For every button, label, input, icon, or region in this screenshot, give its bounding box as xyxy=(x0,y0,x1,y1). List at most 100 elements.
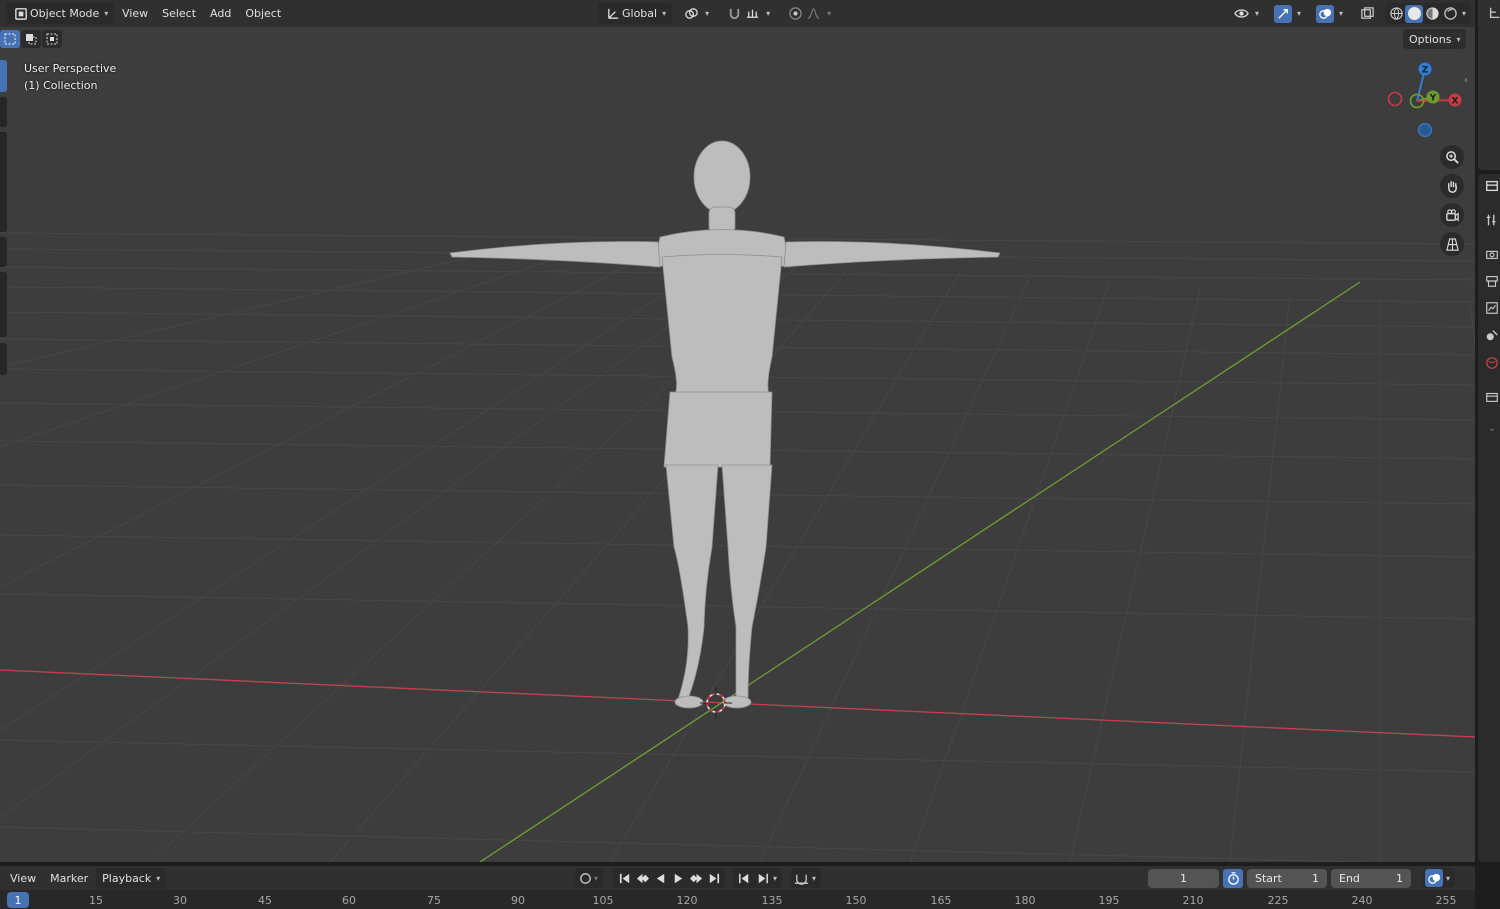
chevron-down-icon: ▾ xyxy=(662,9,667,18)
ruler-tick: 105 xyxy=(592,894,614,907)
sidebar-expand-icon[interactable]: ‹ xyxy=(1464,75,1468,86)
xray-toggle[interactable] xyxy=(1352,3,1382,24)
pivot-point-dropdown[interactable]: ▾ xyxy=(676,3,715,24)
chevron-down-icon: ▾ xyxy=(766,9,771,18)
view-layer-properties-icon[interactable] xyxy=(1484,300,1500,316)
gizmo-neg-x[interactable] xyxy=(1387,91,1403,107)
outliner-icon[interactable] xyxy=(1487,5,1500,21)
render-properties-icon[interactable] xyxy=(1484,246,1500,262)
gizmo-neg-z[interactable] xyxy=(1417,122,1433,138)
properties-editor-icon[interactable] xyxy=(1484,178,1500,194)
collection-properties-icon[interactable] xyxy=(1484,389,1500,405)
current-frame-value: 1 xyxy=(1180,871,1187,885)
viewport-info: User Perspective (1) Collection xyxy=(24,60,116,94)
playback-controls: ▾ ▾ ▾ xyxy=(574,868,822,888)
record-icon[interactable] xyxy=(576,868,594,888)
tool-strip-cursor[interactable] xyxy=(0,97,7,127)
menu-add[interactable]: Add xyxy=(204,3,237,24)
play-reverse-icon[interactable] xyxy=(651,868,669,888)
transform-tools: Global ▾ ▾ ▾ ▾ xyxy=(598,3,837,24)
magnet-icon xyxy=(725,5,743,23)
timeline-menu-playback[interactable]: Playback ▾ xyxy=(96,868,167,889)
chevron-down-icon[interactable]: ▾ xyxy=(812,874,816,883)
timeline-overlays-icon[interactable] xyxy=(1425,869,1443,887)
menu-view[interactable]: View xyxy=(116,3,154,24)
tool-strip-transform[interactable] xyxy=(0,132,7,232)
transform-orientation-label: Global xyxy=(622,7,658,20)
prev-keyframe-icon[interactable] xyxy=(735,868,753,888)
play-icon[interactable] xyxy=(669,868,687,888)
3d-viewport[interactable]: Options ▾ User Perspective (1) Collectio… xyxy=(0,27,1475,862)
transport-group xyxy=(613,868,726,888)
playback-label: Playback xyxy=(102,872,152,885)
options-label: Options xyxy=(1409,32,1452,46)
ruler-tick: 90 xyxy=(511,894,525,907)
select-subtract-icon[interactable] xyxy=(42,30,62,48)
navigation-gizmo[interactable]: Y X Z xyxy=(1383,59,1469,141)
timeline-ruler[interactable]: 1 15 30 45 60 75 90 105 120 135 150 165 … xyxy=(0,890,1475,909)
gizmo-arrows-icon xyxy=(1274,4,1293,23)
snap-toggle[interactable]: ▾ xyxy=(719,3,776,24)
collection-label: (1) Collection xyxy=(24,79,98,92)
camera-view-icon[interactable] xyxy=(1440,203,1464,227)
jump-to-start-icon[interactable] xyxy=(615,868,633,888)
menu-select[interactable]: Select xyxy=(156,3,202,24)
overlays-toggle[interactable]: ▾ xyxy=(1310,3,1349,24)
scene-properties-icon[interactable] xyxy=(1484,327,1500,343)
visibility-dropdown[interactable]: ▾ xyxy=(1226,3,1265,24)
tool-strip-select[interactable] xyxy=(0,60,7,92)
perspective-toggle-icon[interactable] xyxy=(1440,232,1464,256)
object-mode-icon xyxy=(12,5,30,23)
solid-shading-icon[interactable] xyxy=(1405,4,1424,23)
perspective-label: User Perspective xyxy=(24,62,117,75)
jump-to-end-icon[interactable] xyxy=(705,868,723,888)
end-label: End xyxy=(1339,871,1360,885)
jump-to-keyframe-next-icon[interactable] xyxy=(687,868,705,888)
chevron-down-icon[interactable]: ▾ xyxy=(1446,874,1450,883)
chevron-down-icon: ▾ xyxy=(1297,9,1302,18)
wireframe-shading-icon[interactable] xyxy=(1387,5,1405,23)
ruler-tick: 240 xyxy=(1351,894,1373,907)
chevron-down-icon[interactable]: ▾ xyxy=(1462,9,1466,18)
keying-snap-icon[interactable] xyxy=(792,868,810,888)
select-extend-icon[interactable] xyxy=(21,30,41,48)
selection-mode-toolbar xyxy=(0,30,62,48)
timeline-menu-view[interactable]: View xyxy=(4,868,42,889)
select-new-icon[interactable] xyxy=(0,30,20,48)
menu-object[interactable]: Object xyxy=(239,3,287,24)
ruler-tick: 30 xyxy=(173,894,187,907)
ruler-tick: 255 xyxy=(1435,894,1457,907)
chevron-down-icon[interactable]: ▾ xyxy=(773,874,777,883)
zoom-icon[interactable] xyxy=(1440,145,1464,169)
auto-keying-group: ▾ xyxy=(574,868,604,888)
chevron-down-icon: ▾ xyxy=(705,9,710,18)
end-frame-field[interactable]: End 1 xyxy=(1331,868,1411,888)
tool-strip-annotate[interactable] xyxy=(0,237,7,267)
pan-hand-icon[interactable] xyxy=(1440,174,1464,198)
output-properties-icon[interactable] xyxy=(1484,273,1500,289)
proportional-editing-toggle[interactable]: ▾ xyxy=(780,3,837,24)
next-keyframe-icon[interactable] xyxy=(753,868,771,888)
jump-to-keyframe-prev-icon[interactable] xyxy=(633,868,651,888)
chevron-down-icon[interactable]: ⌄ xyxy=(1484,420,1500,436)
chevron-down-icon: ▾ xyxy=(1339,9,1344,18)
tool-strip-add[interactable] xyxy=(0,343,7,375)
options-dropdown[interactable]: Options ▾ xyxy=(1403,29,1467,49)
tool-settings-icon[interactable] xyxy=(1484,212,1500,228)
transform-orientation-dropdown[interactable]: Global ▾ xyxy=(598,3,673,24)
chevron-down-icon[interactable]: ▾ xyxy=(594,874,598,883)
timeline-menu-marker[interactable]: Marker xyxy=(44,868,94,889)
stopwatch-icon[interactable] xyxy=(1223,868,1243,888)
human-model[interactable] xyxy=(449,140,1001,709)
ruler-tick: 180 xyxy=(1014,894,1036,907)
start-frame-field[interactable]: Start 1 xyxy=(1247,868,1327,888)
world-properties-icon[interactable] xyxy=(1484,355,1500,371)
tool-strip-measure[interactable] xyxy=(0,272,7,337)
current-frame-indicator[interactable]: 1 xyxy=(7,892,29,908)
keying-set-group: ▾ xyxy=(790,868,822,888)
material-preview-icon[interactable] xyxy=(1423,5,1441,23)
gizmo-toggle[interactable]: ▾ xyxy=(1268,3,1307,24)
current-frame-field[interactable]: 1 xyxy=(1148,868,1219,888)
mode-dropdown[interactable]: Object Mode ▾ xyxy=(6,3,115,24)
rendered-shading-icon[interactable] xyxy=(1441,5,1459,23)
